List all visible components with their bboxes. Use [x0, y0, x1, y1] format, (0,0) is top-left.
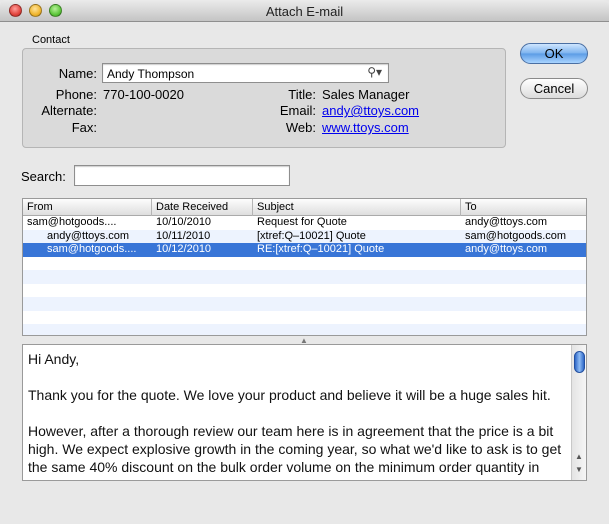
phone-value: 770-100-0020 — [103, 87, 184, 102]
email-label: Email: — [279, 103, 316, 118]
window-title: Attach E-mail — [265, 4, 344, 19]
alternate-label: Alternate: — [41, 103, 97, 118]
phone-label: Phone: — [55, 87, 97, 102]
scroll-down-icon[interactable]: ▼ — [575, 465, 583, 474]
cell-from: andy@ttoys.com — [47, 229, 130, 242]
name-input[interactable] — [107, 66, 357, 81]
email-table[interactable]: From Date Received Subject To sam@hotgoo… — [22, 198, 587, 336]
cell-from: sam@hotgoods.... — [47, 243, 137, 255]
message-greeting: Hi Andy, — [28, 351, 80, 367]
cell-to: andy@ttoys.com — [465, 243, 548, 255]
search-label: Search: — [21, 169, 66, 184]
contact-group-label: Contact — [32, 34, 70, 46]
table-header: From Date Received Subject To — [23, 199, 586, 216]
cell-subject: RE:[xtref:Q–10021] Quote — [257, 243, 385, 255]
column-header-from[interactable]: From — [23, 199, 152, 216]
scrollbar-thumb[interactable] — [574, 351, 585, 373]
cell-date: 10/11/2010 — [156, 229, 211, 242]
message-paragraph: However, after a thorough review our tea… — [28, 423, 562, 480]
cancel-button[interactable]: Cancel — [520, 78, 588, 99]
ok-button[interactable]: OK — [520, 43, 588, 64]
cell-to: andy@ttoys.com — [465, 216, 548, 228]
vertical-scrollbar[interactable]: ▲ ▼ — [571, 345, 586, 480]
email-link[interactable]: andy@ttoys.com — [322, 103, 419, 118]
title-bar: Attach E-mail — [0, 0, 609, 22]
search-field[interactable] — [74, 165, 290, 186]
table-row-empty — [23, 270, 586, 284]
magnifier-dropdown-icon[interactable]: ⚲▾ — [367, 65, 382, 79]
cell-subject: Request for Quote — [257, 216, 347, 228]
cell-subject: [xtref:Q–10021] Quote — [257, 229, 366, 242]
cell-from: sam@hotgoods.... — [27, 216, 117, 228]
table-row-empty — [23, 257, 586, 271]
title-label: Title: — [288, 87, 316, 102]
table-row[interactable]: andy@ttoys.com 10/11/2010 [xtref:Q–10021… — [23, 229, 586, 243]
cell-date: 10/12/2010 — [156, 243, 212, 255]
table-row-empty — [23, 297, 586, 311]
table-row-empty — [23, 284, 586, 298]
column-header-to[interactable]: To — [461, 199, 586, 216]
cell-date: 10/10/2010 — [156, 216, 212, 228]
search-input[interactable] — [78, 167, 288, 185]
table-row-empty — [23, 311, 586, 325]
web-link[interactable]: www.ttoys.com — [322, 120, 409, 135]
name-label: Name: — [58, 66, 97, 81]
message-paragraph: Thank you for the quote. We love your pr… — [28, 387, 551, 403]
scroll-up-icon[interactable]: ▲ — [575, 452, 583, 461]
cell-to: sam@hotgoods.com — [465, 229, 567, 242]
table-row[interactable]: sam@hotgoods.... 10/10/2010 Request for … — [23, 216, 586, 230]
column-header-date-received[interactable]: Date Received — [152, 199, 253, 216]
message-text: Hi Andy, Thank you for the quote. We lov… — [28, 350, 568, 480]
message-body[interactable]: Hi Andy, Thank you for the quote. We lov… — [22, 344, 587, 481]
fax-label: Fax: — [71, 120, 97, 135]
title-value: Sales Manager — [322, 87, 410, 102]
name-field[interactable]: ⚲▾ — [102, 63, 389, 83]
table-row-empty — [23, 324, 586, 335]
web-label: Web: — [285, 120, 316, 135]
table-row-selected[interactable]: sam@hotgoods.... 10/12/2010 RE:[xtref:Q–… — [23, 243, 586, 257]
table-rows: sam@hotgoods.... 10/10/2010 Request for … — [23, 216, 586, 335]
column-header-subject[interactable]: Subject — [253, 199, 461, 216]
